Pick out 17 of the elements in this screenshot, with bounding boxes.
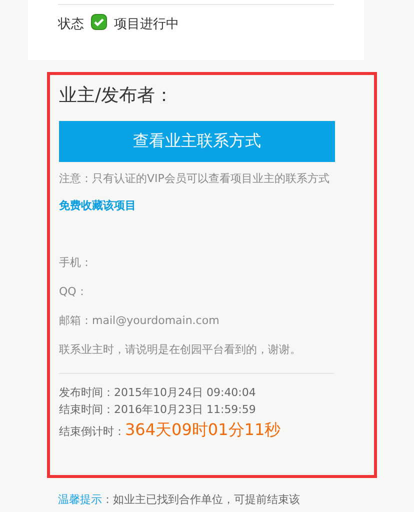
- tip-text: ：如业主已找到合作单位，可提前结束该: [102, 493, 300, 506]
- contact-field: QQ：: [59, 282, 334, 301]
- contact-note: 联系业主时，请说明是在创园平台看到的，谢谢。: [59, 342, 302, 358]
- tip-link[interactable]: 温馨提示: [58, 493, 102, 506]
- contact-button[interactable]: 查看业主联系方式: [59, 121, 335, 162]
- publish-time: 发布时间：2015年10月24日 09:40:04: [59, 385, 257, 401]
- contact-field: 邮箱：mail@yourdomain.com: [59, 311, 334, 330]
- countdown-label: 结束倒计时：: [59, 424, 125, 439]
- status-value: 项目进行中: [114, 16, 179, 33]
- countdown-value: 364天09时01分11秒: [125, 420, 281, 441]
- check-icon: [91, 14, 107, 30]
- status-label: 状态: [58, 16, 84, 33]
- end-time: 结束时间：2016年10月23日 11:59:59: [59, 402, 257, 418]
- panel-title: 业主/发布者：: [59, 84, 174, 107]
- notice-text: 注意：只有认证的VIP会员可以查看项目业主的联系方式: [59, 171, 330, 187]
- favorite-link[interactable]: 免费收藏该项目: [59, 198, 136, 213]
- contact-field: 手机：: [59, 253, 334, 272]
